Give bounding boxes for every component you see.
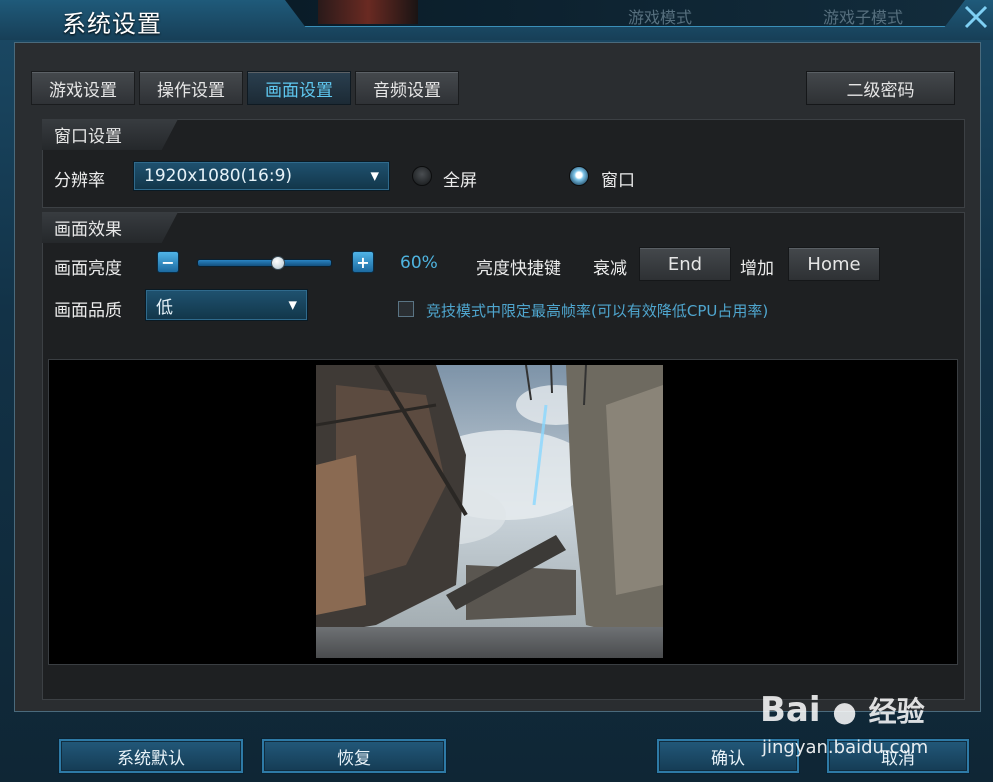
resolution-value: 1920x1080(16:9) [144, 166, 293, 186]
tab-audio-settings[interactable]: 音频设置 [355, 71, 459, 105]
window-title: 系统设置 [62, 10, 162, 38]
game-mode-label: 游戏模式 [628, 8, 693, 27]
chevron-down-icon: ▼ [288, 298, 297, 312]
fullscreen-label: 全屏 [443, 171, 477, 191]
decrease-key-button[interactable]: End [639, 247, 731, 281]
brightness-value: 60% [400, 253, 438, 273]
brightness-hotkey-label: 亮度快捷键 [476, 259, 561, 279]
windowed-radio[interactable] [569, 166, 589, 186]
fps-limit-checkbox[interactable] [398, 301, 414, 317]
watermark-brand-tail: 经验 [868, 695, 925, 728]
system-default-button[interactable]: 系统默认 [58, 738, 244, 774]
brightness-increase-button[interactable]: + [352, 251, 374, 273]
game-submode-label: 游戏子模式 [823, 8, 904, 27]
tab-game-settings[interactable]: 游戏设置 [31, 71, 135, 105]
brightness-decrease-button[interactable]: − [157, 251, 179, 273]
minus-icon: − [161, 252, 175, 272]
resolution-select[interactable]: 1920x1080(16:9) ▼ [133, 161, 390, 191]
secondary-password-button[interactable]: 二级密码 [806, 71, 955, 105]
plus-icon: + [356, 252, 370, 272]
watermark-url: jingyan.baidu.com [762, 737, 929, 758]
close-icon [964, 5, 987, 29]
fullscreen-radio[interactable] [412, 166, 432, 186]
chevron-down-icon: ▼ [370, 169, 379, 183]
player-avatar [318, 0, 418, 24]
restore-button[interactable]: 恢复 [261, 738, 447, 774]
decrease-label: 衰减 [593, 259, 627, 279]
brightness-slider-thumb[interactable] [270, 256, 285, 270]
window-settings-header: 窗口设置 [42, 119, 178, 150]
brightness-label: 画面亮度 [54, 259, 122, 279]
increase-key-button[interactable]: Home [788, 247, 880, 281]
tab-display-settings[interactable]: 画面设置 [247, 71, 351, 105]
resolution-label: 分辨率 [54, 171, 105, 191]
windowed-label: 窗口 [601, 171, 635, 191]
display-effects-header: 画面效果 [42, 212, 178, 243]
watermark-brand-text: Bai [760, 690, 821, 730]
paw-icon: ● [832, 695, 857, 728]
preview-image [316, 365, 663, 658]
tab-control-settings[interactable]: 操作设置 [139, 71, 243, 105]
increase-label: 增加 [740, 259, 774, 279]
quality-label: 画面品质 [54, 301, 122, 321]
quality-select[interactable]: 低 ▼ [145, 289, 308, 321]
fps-limit-label: 竞技模式中限定最高帧率(可以有效降低CPU占用率) [426, 302, 769, 320]
close-button[interactable] [958, 0, 993, 34]
quality-value: 低 [156, 297, 173, 318]
watermark-brand: Bai ● 经验 [760, 690, 925, 730]
brightness-slider[interactable] [197, 259, 332, 267]
